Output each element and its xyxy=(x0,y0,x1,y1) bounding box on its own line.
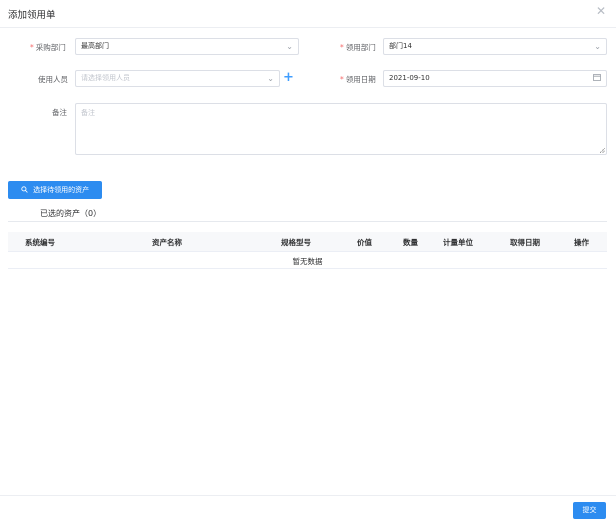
column-header: 操作 xyxy=(574,238,589,247)
required-mark: * xyxy=(30,43,34,52)
chevron-down-icon: ⌄ xyxy=(286,42,293,51)
remark-label: 备注 xyxy=(52,108,67,117)
table-header: 系统编号 资产名称 规格型号 价值 数量 计量单位 取得日期 操作 xyxy=(8,232,607,252)
purchase-dept-select[interactable]: 最高部门 ⌄ xyxy=(75,38,299,55)
select-assets-button[interactable]: 选择待领用的资产 xyxy=(8,181,102,199)
footer-divider xyxy=(0,495,616,496)
receive-date-label: * 领用日期 xyxy=(340,75,376,84)
dialog-header: 添加领用单 ✕ xyxy=(0,0,616,28)
column-header: 价值 xyxy=(357,238,372,247)
user-placeholder: 请选择领用人员 xyxy=(81,74,130,82)
purchase-dept-label: * 采购部门 xyxy=(30,43,66,52)
calendar-icon xyxy=(593,71,601,86)
column-header: 规格型号 xyxy=(281,238,311,247)
column-header: 取得日期 xyxy=(510,238,540,247)
dialog-title: 添加领用单 xyxy=(8,10,56,21)
add-user-icon[interactable]: + xyxy=(283,71,294,84)
select-assets-label: 选择待领用的资产 xyxy=(33,186,90,194)
user-label: 使用人员 xyxy=(38,75,68,84)
resize-handle-icon[interactable] xyxy=(600,148,605,153)
purchase-dept-value: 最高部门 xyxy=(81,42,109,50)
receive-date-value: 2021-09-10 xyxy=(389,74,430,82)
close-icon[interactable]: ✕ xyxy=(595,5,607,17)
remark-textarea[interactable]: 备注 xyxy=(75,103,607,155)
tab-bar: 已选的资产（0） xyxy=(8,206,607,222)
submit-button[interactable]: 提交 xyxy=(573,502,606,519)
column-header: 资产名称 xyxy=(152,238,182,247)
search-icon xyxy=(21,186,30,194)
column-header: 计量单位 xyxy=(443,238,473,247)
chevron-down-icon: ⌄ xyxy=(267,74,274,83)
receive-date-picker[interactable]: 2021-09-10 xyxy=(383,70,607,87)
receive-dept-value: 部门14 xyxy=(389,42,412,50)
required-mark: * xyxy=(340,75,344,84)
empty-text: 暂无数据 xyxy=(292,257,323,266)
receive-dept-label: * 领用部门 xyxy=(340,43,376,52)
table-empty-row: 暂无数据 xyxy=(8,252,607,269)
chevron-down-icon: ⌄ xyxy=(594,42,601,51)
receive-dept-select[interactable]: 部门14 ⌄ xyxy=(383,38,607,55)
remark-placeholder: 备注 xyxy=(81,109,95,117)
tab-selected-assets[interactable]: 已选的资产（0） xyxy=(40,208,101,219)
column-header: 系统编号 xyxy=(25,238,55,247)
required-mark: * xyxy=(340,43,344,52)
column-header: 数量 xyxy=(403,238,418,247)
user-select[interactable]: 请选择领用人员 ⌄ xyxy=(75,70,280,87)
